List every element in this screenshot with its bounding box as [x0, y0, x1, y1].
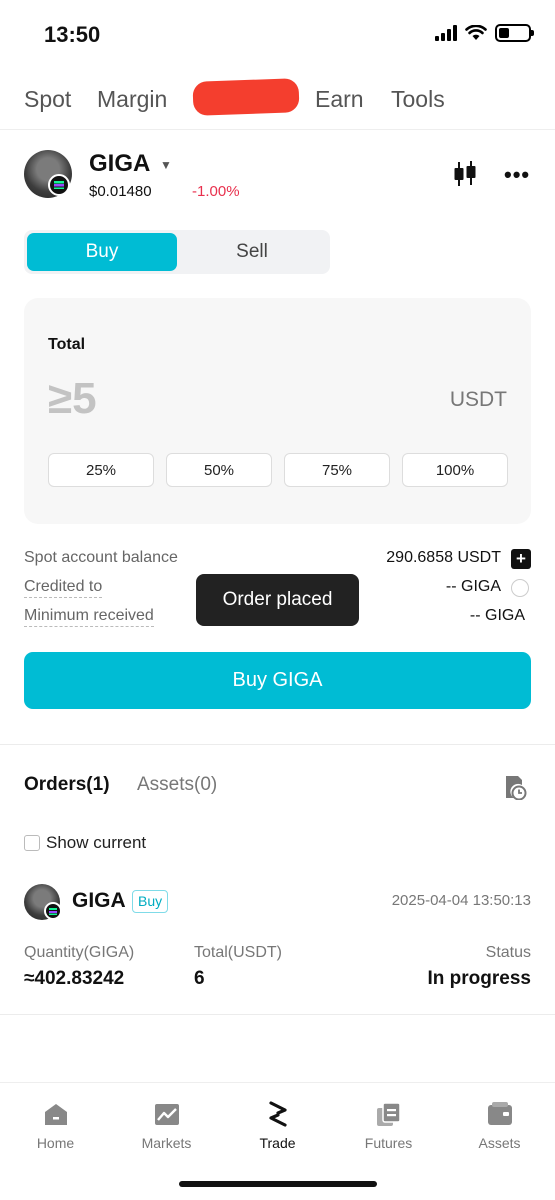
redaction-scribble — [192, 78, 300, 116]
nav-trade[interactable]: Trade — [222, 1101, 333, 1151]
orders-tabs: Orders(1) Assets(0) — [24, 774, 531, 804]
tab-earn[interactable]: Earn — [315, 86, 364, 113]
pair-change: -1.00% — [192, 183, 240, 200]
total-usdt-value: 6 — [194, 968, 205, 989]
status-value: In progress — [427, 968, 531, 989]
nav-assets-label: Assets — [478, 1135, 521, 1151]
total-card: Total ≥5 USDT 25% 50% 75% 100% — [24, 298, 531, 524]
total-unit: USDT — [449, 388, 507, 411]
total-input[interactable]: ≥5 — [48, 374, 97, 424]
total-label: Total — [48, 336, 86, 353]
show-current-label: Show current — [46, 833, 147, 852]
caret-down-icon[interactable]: ▼ — [160, 158, 172, 172]
tab-tools[interactable]: Tools — [391, 86, 445, 113]
credited-value: -- GIGA — [445, 578, 501, 595]
futures-icon — [376, 1102, 401, 1126]
nav-home[interactable]: Home — [0, 1101, 111, 1151]
nav-futures[interactable]: Futures — [333, 1101, 444, 1151]
total-usdt-label: Total(USDT) — [194, 944, 283, 961]
percent-50-button[interactable]: 50% — [166, 453, 272, 487]
solana-chain-icon — [44, 902, 62, 920]
nav-trade-label: Trade — [259, 1135, 296, 1151]
divider — [0, 744, 555, 745]
home-indicator — [179, 1181, 377, 1187]
wifi-icon — [465, 25, 487, 40]
order-item[interactable]: GIGA Buy 2025-04-04 13:50:13 Quantity(GI… — [24, 884, 531, 1004]
sell-tab[interactable]: Sell — [177, 233, 327, 271]
status-icons — [435, 24, 534, 42]
pair-header: GIGA ▼ $0.01480 -1.00% ••• — [24, 150, 534, 210]
signal-icon — [435, 25, 457, 41]
order-side-badge: Buy — [132, 890, 169, 913]
buy-tab[interactable]: Buy — [27, 233, 177, 271]
solana-chain-icon — [48, 174, 70, 196]
status-bar: 13:50 — [0, 0, 555, 70]
balance-value: 290.6858 USDT — [386, 549, 501, 566]
more-icon[interactable]: ••• — [504, 162, 530, 188]
order-time: 2025-04-04 13:50:13 — [391, 892, 531, 909]
status-label: Status — [485, 944, 531, 961]
tab-spot[interactable]: Spot — [24, 86, 71, 113]
status-time: 13:50 — [44, 22, 101, 47]
nav-futures-label: Futures — [364, 1135, 413, 1151]
min-received-label[interactable]: Minimum received — [24, 607, 154, 627]
divider — [0, 1014, 555, 1015]
circle-icon[interactable] — [511, 579, 529, 597]
credited-label[interactable]: Credited to — [24, 578, 103, 598]
percent-25-button[interactable]: 25% — [48, 453, 154, 487]
tab-orders[interactable]: Orders(1) — [24, 774, 110, 796]
home-icon — [44, 1104, 67, 1125]
tab-margin[interactable]: Margin — [97, 86, 167, 113]
pair-price: $0.01480 — [89, 183, 152, 200]
wallet-icon — [487, 1102, 512, 1125]
show-current-toggle[interactable]: Show current — [24, 832, 146, 854]
markets-icon — [154, 1104, 179, 1125]
order-symbol: GIGA — [72, 889, 126, 912]
trade-icon — [268, 1101, 287, 1127]
quantity-value: ≈402.83242 — [24, 968, 125, 989]
plus-icon[interactable]: + — [511, 549, 531, 569]
order-history-icon[interactable] — [503, 774, 527, 800]
nav-markets[interactable]: Markets — [111, 1101, 222, 1151]
show-current-checkbox[interactable] — [24, 835, 40, 851]
balance-row: Spot account balance 290.6858 USDT + — [24, 549, 531, 573]
chart-candles-icon[interactable] — [452, 160, 478, 188]
percent-75-button[interactable]: 75% — [284, 453, 390, 487]
nav-home-label: Home — [36, 1135, 75, 1151]
percent-100-button[interactable]: 100% — [402, 453, 508, 487]
pair-symbol[interactable]: GIGA — [89, 150, 150, 178]
balance-label: Spot account balance — [24, 549, 178, 566]
nav-markets-label: Markets — [141, 1135, 192, 1151]
buy-button[interactable]: Buy GIGA — [24, 652, 531, 709]
nav-assets[interactable]: Assets — [444, 1101, 555, 1151]
toast: Order placed — [196, 574, 359, 626]
quantity-label: Quantity(GIGA) — [24, 944, 135, 961]
min-received-value: -- GIGA — [469, 607, 525, 624]
buy-sell-toggle: Buy Sell — [24, 230, 330, 274]
battery-icon — [495, 24, 534, 42]
tab-assets[interactable]: Assets(0) — [137, 774, 217, 796]
